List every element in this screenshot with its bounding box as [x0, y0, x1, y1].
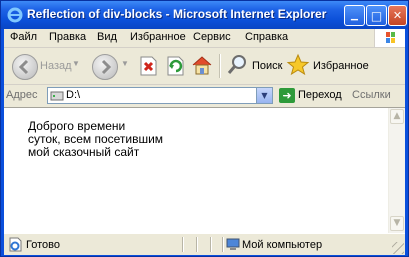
forward-arrow-icon [101, 59, 112, 75]
my-computer-icon [226, 238, 240, 250]
go-button[interactable]: Переход [298, 89, 342, 101]
stop-icon[interactable] [137, 55, 159, 77]
refresh-icon[interactable] [164, 55, 186, 77]
toolbar-separator [219, 54, 221, 78]
vertical-scrollbar[interactable]: ▲ ▼ [388, 108, 405, 233]
maximize-icon: □ [370, 8, 383, 23]
minimize-icon: ▁ [351, 10, 358, 21]
page-content: Доброго времени суток, всем посетившим м… [4, 107, 405, 233]
ie-window: Reflection of div-blocks - Microsoft Int… [0, 0, 409, 257]
links-button[interactable]: Ссылки [352, 89, 391, 101]
standard-toolbar: Назад ▼ ▼ Поиск Избранное [4, 48, 405, 85]
address-label: Адрес [6, 89, 38, 101]
search-icon[interactable] [226, 54, 248, 76]
address-dropdown-button[interactable]: ▼ [256, 88, 272, 103]
windows-logo [374, 29, 405, 47]
scroll-up-button[interactable]: ▲ [390, 109, 404, 124]
close-button[interactable]: ✕ [388, 5, 407, 26]
address-value[interactable]: D:\ [66, 89, 80, 101]
back-label[interactable]: Назад [40, 60, 72, 72]
security-zone-text: Мой компьютер [242, 239, 323, 251]
chevron-up-icon: ▲ [393, 111, 401, 121]
forward-dropdown-icon[interactable]: ▼ [121, 59, 129, 68]
back-arrow-icon [18, 59, 29, 75]
status-divider [210, 237, 212, 252]
browser-frame: Файл Правка Вид Избранное Сервис Справка [4, 29, 405, 255]
windows-flag-icon [386, 32, 395, 43]
ie-logo-icon [7, 7, 23, 23]
title-bar[interactable]: Reflection of div-blocks - Microsoft Int… [1, 1, 408, 29]
chevron-down-icon: ▼ [261, 91, 268, 100]
address-bar: Адрес D:\ ▼ ➜ Переход Ссылки [4, 85, 405, 106]
window-title: Reflection of div-blocks - Microsoft Int… [27, 7, 327, 21]
menu-tools[interactable]: Сервис [193, 31, 231, 43]
drive-icon [50, 91, 64, 101]
status-text: Готово [26, 239, 60, 251]
back-dropdown-icon[interactable]: ▼ [72, 59, 80, 68]
maximize-button[interactable]: □ [366, 5, 387, 26]
menu-edit[interactable]: Правка [49, 31, 86, 43]
back-button[interactable] [12, 54, 38, 80]
menu-bar: Файл Правка Вид Избранное Сервис Справка [4, 29, 405, 48]
status-divider [222, 237, 224, 252]
status-divider [196, 237, 198, 252]
home-icon[interactable] [191, 54, 213, 76]
chevron-down-icon: ▼ [393, 218, 401, 228]
favorites-label[interactable]: Избранное [313, 60, 369, 72]
scroll-down-button[interactable]: ▼ [390, 216, 404, 231]
favorites-star-icon[interactable] [286, 53, 310, 77]
menu-file[interactable]: Файл [10, 31, 37, 43]
forward-button[interactable] [92, 54, 118, 80]
page-text-block: Доброго времени суток, всем посетившим м… [28, 120, 368, 159]
menu-help[interactable]: Справка [245, 31, 288, 43]
close-icon: ✕ [392, 9, 403, 22]
status-bar: Готово Мой компьютер [4, 233, 405, 255]
address-input[interactable]: D:\ ▼ [47, 87, 273, 104]
page-done-icon [9, 237, 22, 252]
resize-grip[interactable] [392, 242, 404, 254]
go-arrow-icon[interactable]: ➜ [279, 88, 295, 103]
search-label[interactable]: Поиск [252, 60, 282, 72]
menu-view[interactable]: Вид [97, 31, 117, 43]
status-divider [182, 237, 184, 252]
text-line: мой сказочный сайт [28, 145, 140, 159]
menu-favorites[interactable]: Избранное [130, 31, 186, 43]
minimize-button[interactable]: ▁ [344, 5, 365, 26]
